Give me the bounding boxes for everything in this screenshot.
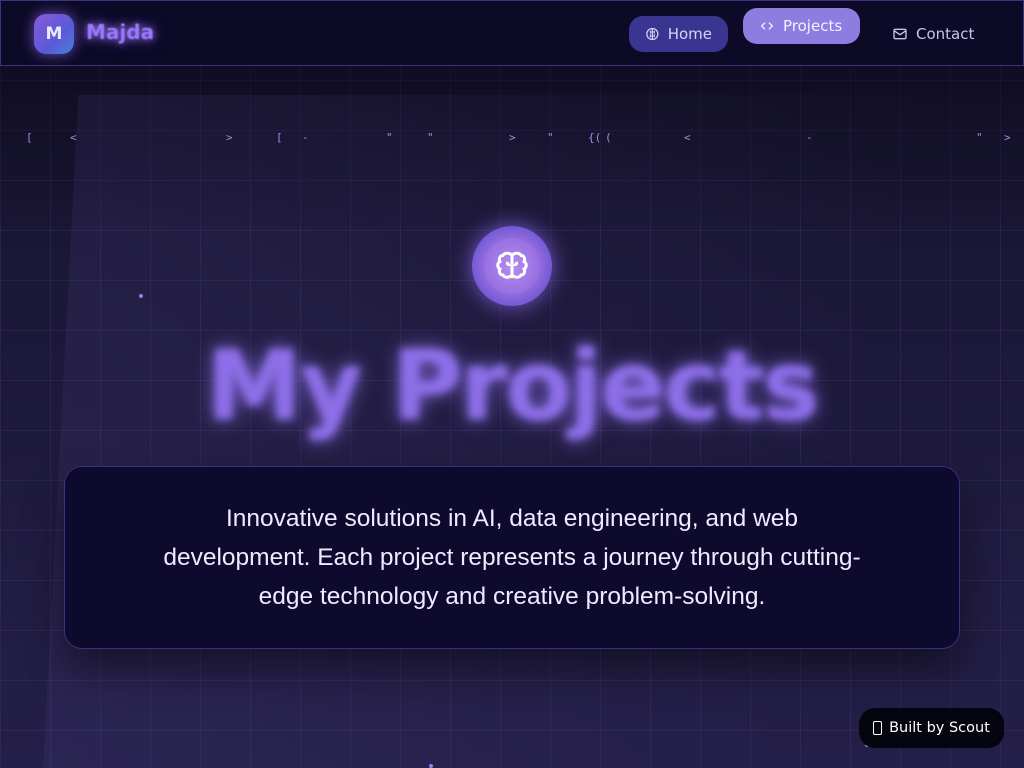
top-navbar: M Majda Home Projects Contact bbox=[0, 0, 1024, 66]
nav-home-label: Home bbox=[667, 25, 712, 43]
page-title: My Projects bbox=[206, 330, 819, 442]
code-glyph: > bbox=[226, 131, 233, 144]
code-glyph: < bbox=[70, 131, 77, 144]
nav-projects-label: Projects bbox=[783, 17, 843, 35]
logo-badge[interactable]: M bbox=[34, 14, 74, 54]
nav-contact-button[interactable]: Contact bbox=[876, 16, 991, 52]
code-glyph: " bbox=[547, 131, 554, 144]
code-glyph: - bbox=[302, 131, 309, 144]
nav-projects-button[interactable]: Projects bbox=[743, 8, 860, 44]
mail-icon bbox=[893, 28, 907, 40]
intro-card: Innovative solutions in AI, data enginee… bbox=[64, 466, 960, 649]
hero-brain-badge bbox=[472, 226, 552, 306]
logo-letter: M bbox=[45, 24, 63, 44]
built-by-scout-badge[interactable]: Built by Scout bbox=[859, 708, 1004, 748]
code-rain: [ < > [ - " " > " {( ( < - " > bbox=[0, 131, 1024, 147]
scout-icon bbox=[873, 721, 883, 735]
particle-dot bbox=[139, 294, 143, 298]
brain-icon bbox=[496, 251, 528, 279]
code-glyph: > bbox=[509, 131, 516, 144]
brand-name[interactable]: Majda bbox=[86, 20, 154, 44]
intro-description: Innovative solutions in AI, data enginee… bbox=[163, 505, 861, 610]
built-by-scout-label: Built by Scout bbox=[889, 720, 990, 736]
code-glyph: ( bbox=[605, 131, 612, 144]
code-glyph: " bbox=[976, 131, 983, 144]
code-glyph: < bbox=[684, 131, 691, 144]
code-icon bbox=[760, 22, 774, 30]
nav-home-button[interactable]: Home bbox=[629, 16, 728, 52]
particle-dot bbox=[429, 764, 433, 768]
brain-icon bbox=[646, 27, 659, 41]
code-glyph: [ bbox=[26, 131, 33, 144]
nav-contact-label: Contact bbox=[916, 25, 975, 43]
code-glyph: - bbox=[806, 131, 813, 144]
code-glyph: {( bbox=[588, 131, 602, 144]
code-glyph: > bbox=[1004, 131, 1011, 144]
code-glyph: " bbox=[386, 131, 393, 144]
code-glyph: [ bbox=[276, 131, 283, 144]
code-glyph: " bbox=[427, 131, 434, 144]
